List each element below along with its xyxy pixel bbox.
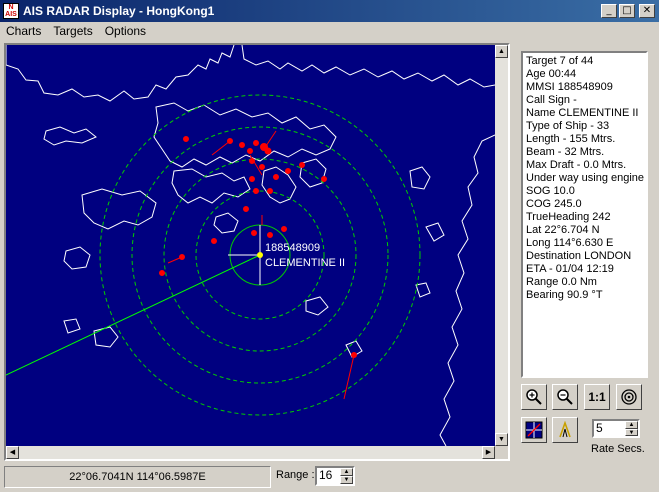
rate-label: Rate Secs. [591, 443, 645, 455]
scroll-up-icon[interactable]: ▲ [495, 45, 508, 58]
range-label: Range : [276, 469, 315, 481]
target-info-line: Target 7 of 44 [526, 55, 594, 67]
target-marker[interactable] [183, 136, 189, 142]
target-info-line: Name CLEMENTINE II [526, 107, 639, 119]
menu-options[interactable]: Options [99, 22, 152, 41]
target-info-line: Bearing 90.9 °T [526, 289, 603, 301]
target-marker[interactable] [267, 232, 273, 238]
window-title: AIS RADAR Display - HongKong1 [23, 4, 215, 18]
target-marker[interactable] [243, 206, 249, 212]
scroll-corner [495, 446, 508, 459]
range-value: 16 [319, 468, 333, 482]
map-vertical-scrollbar[interactable]: ▲ ▼ [495, 45, 508, 446]
own-ship-vector [6, 225, 263, 376]
target-marker[interactable] [227, 138, 233, 144]
target-info-line: Beam - 32 Mtrs. [526, 146, 605, 158]
maximize-button[interactable]: □ [619, 4, 635, 18]
target-info-line: Length - 155 Mtrs. [526, 133, 616, 145]
target-info-line: SOG 10.0 [526, 185, 575, 197]
scroll-down-icon[interactable]: ▼ [495, 433, 508, 446]
target-marker[interactable] [253, 188, 259, 194]
own-ship-name-label: CLEMENTINE II [265, 257, 345, 269]
own-ship-mmsi-label: 188548909 [265, 242, 320, 254]
chart-view-button[interactable] [521, 417, 547, 443]
target-marker[interactable] [321, 176, 327, 182]
menu-charts[interactable]: Charts [0, 22, 47, 41]
menu-targets[interactable]: Targets [47, 22, 98, 41]
target-info-line: Call Sign - [526, 94, 577, 106]
target-marker[interactable] [239, 142, 245, 148]
target-info-line: Type of Ship - 33 [526, 120, 610, 132]
target-marker[interactable] [351, 352, 357, 358]
target-marker[interactable] [285, 168, 291, 174]
target-marker[interactable] [211, 238, 217, 244]
target-info-panel[interactable]: Target 7 of 44 Age 00:44 MMSI 188548909 Cal… [521, 51, 648, 378]
target-marker[interactable] [249, 176, 255, 182]
rate-down-icon[interactable]: ▼ [625, 428, 638, 436]
target-info-list: Target 7 of 44 Age 00:44 MMSI 188548909 Cal… [523, 53, 646, 302]
target-info-line: Long 114°6.630 E [526, 237, 614, 249]
one-to-one-label: 1:1 [588, 390, 606, 404]
app-icon[interactable]: N AIS [3, 3, 19, 19]
close-button[interactable]: ✕ [639, 4, 655, 18]
target-marker[interactable] [273, 174, 279, 180]
coastline [6, 45, 495, 446]
target-marker[interactable] [299, 162, 305, 168]
zoom-out-icon [557, 389, 573, 405]
one-to-one-button[interactable]: 1:1 [584, 384, 610, 410]
target-marker[interactable] [259, 164, 265, 170]
scroll-right-icon[interactable]: ▶ [482, 446, 495, 459]
target-info-line: Range 0.0 Nm [526, 276, 597, 288]
radar-map-frame: 188548909 CLEMENTINE II ▲ ▼ ◀ ▶ [4, 43, 510, 461]
target-info-line: Max Draft - 0.0 Mtrs. [526, 159, 627, 171]
map-horizontal-scrollbar[interactable]: ◀ ▶ [6, 446, 495, 459]
target-marker[interactable] [281, 226, 287, 232]
rate-value: 5 [596, 421, 603, 435]
target-marker[interactable] [249, 158, 255, 164]
vessel-track-icon [559, 421, 571, 438]
target-marker[interactable] [179, 254, 185, 260]
target-info-line: MMSI 188548909 [526, 81, 613, 93]
radar-svg: 188548909 CLEMENTINE II [6, 45, 495, 446]
status-bar: 22°06.7041N 114°06.5987E Range : 16 ▲ ▼ [0, 464, 659, 492]
range-down-icon[interactable]: ▼ [340, 476, 353, 484]
target-info-line: ETA - 01/04 12:19 [526, 263, 614, 275]
target-info-line: TrueHeading 242 [526, 211, 611, 223]
scroll-left-icon[interactable]: ◀ [6, 446, 19, 459]
heading-line [6, 254, 261, 376]
target-rings-icon [621, 389, 637, 405]
target-info-line: COG 245.0 [526, 198, 582, 210]
zoom-out-button[interactable] [552, 384, 578, 410]
title-bar: N AIS AIS RADAR Display - HongKong1 _ □ ✕ [0, 0, 659, 22]
target-info-line: Destination LONDON [526, 250, 632, 262]
radar-map[interactable]: 188548909 CLEMENTINE II [6, 45, 495, 446]
target-marker[interactable] [267, 188, 273, 194]
rate-up-icon[interactable]: ▲ [625, 421, 638, 429]
target-info-line: Age 00:44 [526, 68, 577, 80]
cursor-coordinates: 22°06.7041N 114°06.5987E [4, 466, 271, 488]
range-up-icon[interactable]: ▲ [340, 468, 353, 476]
target-marker[interactable] [264, 147, 272, 155]
target-info-line: Lat 22°6.704 N [526, 224, 600, 236]
target-info-line: Under way using engine [526, 172, 645, 184]
menu-bar: Charts Targets Options [0, 22, 659, 41]
chart-grid-icon [525, 421, 543, 439]
own-ship-marker[interactable] [257, 252, 263, 258]
target-marker[interactable] [159, 270, 165, 276]
zoom-in-icon [526, 389, 542, 405]
vessel-track-button[interactable] [552, 417, 578, 443]
rate-spinner[interactable]: 5 ▲ ▼ [592, 419, 640, 438]
zoom-in-button[interactable] [521, 384, 547, 410]
range-spinner[interactable]: 16 ▲ ▼ [315, 466, 355, 486]
target-marker[interactable] [247, 148, 253, 154]
target-rings-button[interactable] [616, 384, 642, 410]
minimize-button[interactable]: _ [601, 4, 617, 18]
target-marker[interactable] [251, 230, 257, 236]
target-marker[interactable] [253, 140, 259, 146]
